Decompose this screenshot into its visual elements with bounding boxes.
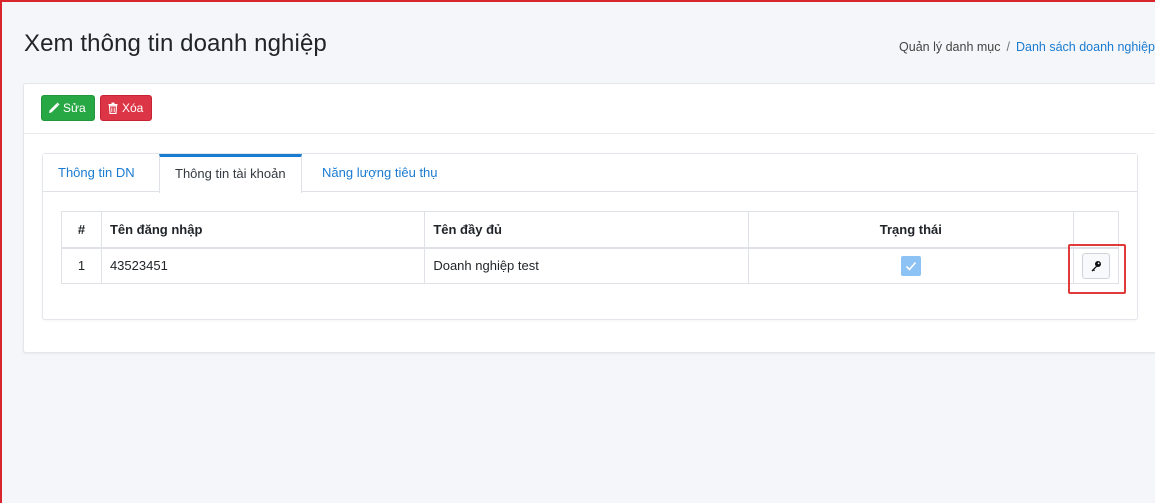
check-icon xyxy=(905,261,916,271)
page-title: Xem thông tin doanh nghiệp xyxy=(24,30,327,57)
table-header-row: # Tên đăng nhập Tên đầy đủ Trạng thái xyxy=(61,211,1120,249)
trash-icon xyxy=(107,102,119,114)
tab-nang-luong-tieu-thu[interactable]: Năng lượng tiêu thụ xyxy=(307,154,453,192)
cell-fullname: Doanh nghiệp test xyxy=(424,247,749,284)
edit-button-label: Sửa xyxy=(63,101,86,115)
column-header-actions xyxy=(1072,211,1120,249)
column-header-fullname: Tên đầy đủ xyxy=(424,211,749,249)
action-toolbar: Sửa Xóa xyxy=(24,84,1155,134)
breadcrumb-parent[interactable]: Quản lý danh mục xyxy=(899,40,1000,54)
tab-thong-tin-tai-khoan[interactable]: Thông tin tài khoản xyxy=(159,154,302,193)
tabs-card: Thông tin DN Thông tin tài khoản Năng lư… xyxy=(42,153,1138,320)
pencil-icon xyxy=(48,102,60,114)
breadcrumb-separator: / xyxy=(1006,40,1010,54)
column-header-username: Tên đăng nhập xyxy=(100,211,426,249)
cell-status xyxy=(747,247,1074,284)
breadcrumb: Quản lý danh mục / Danh sách doanh nghiệp xyxy=(899,40,1155,54)
column-header-num: # xyxy=(61,211,102,249)
cell-actions xyxy=(1072,247,1120,284)
breadcrumb-current[interactable]: Danh sách doanh nghiệp xyxy=(1016,40,1155,54)
tab-strip: Thông tin DN Thông tin tài khoản Năng lư… xyxy=(43,154,1137,193)
delete-button[interactable]: Xóa xyxy=(100,95,152,121)
accounts-table: # Tên đăng nhập Tên đầy đủ Trạng thái 1 … xyxy=(61,211,1120,284)
table-row: 1 43523451 Doanh nghiệp test xyxy=(61,247,1120,284)
cell-num: 1 xyxy=(61,247,102,284)
page-header: Xem thông tin doanh nghiệp Quản lý danh … xyxy=(24,30,1155,66)
cell-username: 43523451 xyxy=(100,247,426,284)
delete-button-label: Xóa xyxy=(122,101,144,115)
tab-thong-tin-dn[interactable]: Thông tin DN xyxy=(43,154,150,192)
detail-card: Sửa Xóa Thông tin DN Thông tin tài khoản… xyxy=(23,83,1155,353)
status-checkbox[interactable] xyxy=(900,255,921,276)
column-header-status: Trạng thái xyxy=(747,211,1074,249)
edit-button[interactable]: Sửa xyxy=(41,95,95,121)
reset-password-button[interactable] xyxy=(1081,252,1110,279)
key-icon xyxy=(1091,260,1101,272)
